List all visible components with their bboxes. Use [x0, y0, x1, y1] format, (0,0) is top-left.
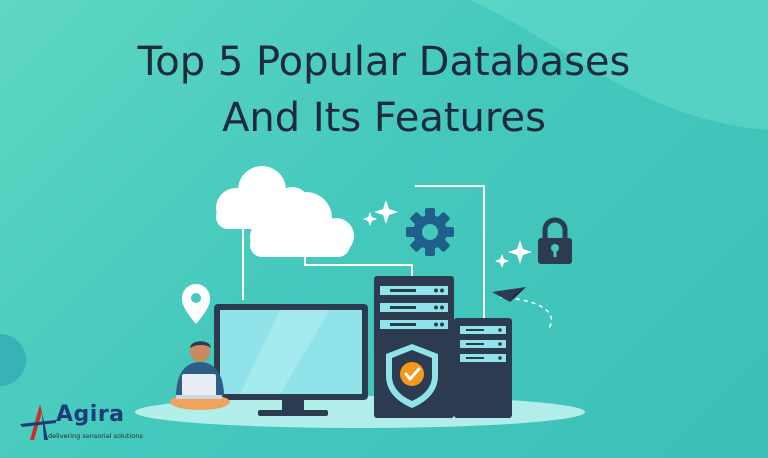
brand-tagline: delivering sensorial solutions: [48, 432, 143, 440]
title-line-1: Top 5 Popular Databases: [137, 39, 631, 85]
gear-icon: [406, 208, 454, 256]
server-short: [454, 318, 512, 418]
paper-plane-icon: [492, 287, 526, 302]
brand-logo[interactable]: Agira delivering sensorial solutions: [18, 402, 148, 448]
sparkle-icon: [363, 200, 398, 226]
sparkle-icon: [495, 240, 532, 268]
monitor: [214, 304, 368, 416]
banner: Top 5 Popular Databases And Its Features…: [0, 0, 768, 458]
bg-circle-shape: [0, 334, 26, 386]
title-line-2: And Its Features: [222, 95, 546, 141]
lock-icon: [538, 217, 572, 264]
page-title: Top 5 Popular Databases And Its Features: [0, 34, 768, 146]
brand-name: Agira: [56, 402, 125, 427]
location-pin-icon: [182, 284, 210, 324]
